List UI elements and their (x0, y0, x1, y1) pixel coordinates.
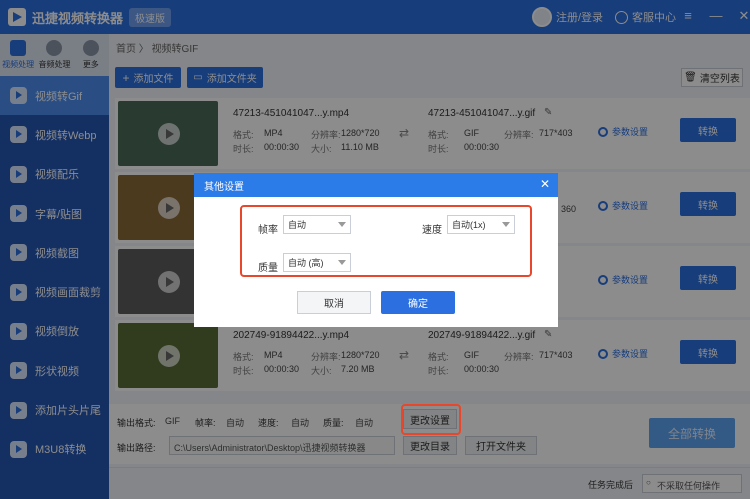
speed-label: 速度 (422, 225, 442, 236)
ok-button[interactable]: 确定 (381, 291, 455, 314)
close-icon[interactable]: ✕ (540, 177, 550, 191)
chevron-down-icon (502, 222, 510, 227)
fps-label: 帧率 (258, 225, 278, 236)
quality-label: 质量 (258, 263, 278, 274)
quality-value: 自动 (高) (288, 258, 324, 268)
chevron-down-icon (338, 260, 346, 265)
cancel-button[interactable]: 取消 (297, 291, 371, 314)
speed-select[interactable]: 自动(1x) (447, 215, 515, 234)
fps-value: 自动 (288, 220, 307, 230)
app-window: 迅捷视频转换器 极速版 注册/登录 客服中心 ≡ — ✕ 视频处理 音频处理 更… (0, 0, 750, 499)
speed-value: 自动(1x) (452, 220, 486, 230)
quality-select[interactable]: 自动 (高) (283, 253, 351, 272)
other-settings-dialog: 其他设置 ✕ 帧率 自动 速度 自动(1x) 质量 自动 (高) 取消 确定 (194, 173, 558, 327)
fps-select[interactable]: 自动 (283, 215, 351, 234)
chevron-down-icon (338, 222, 346, 227)
dialog-title: 其他设置 (204, 181, 244, 193)
dialog-header: 其他设置 ✕ (194, 173, 558, 197)
highlight-change-settings (401, 404, 461, 435)
